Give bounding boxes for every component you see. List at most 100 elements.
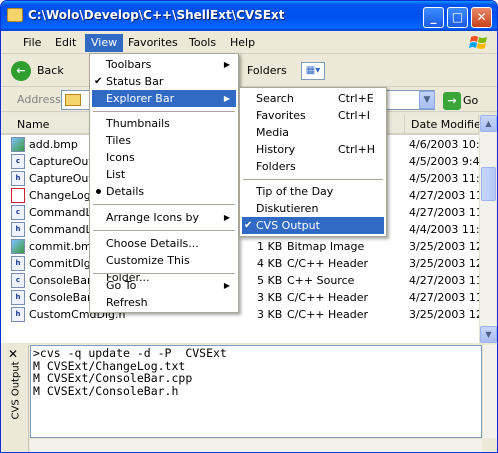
maximize-button[interactable]: □ <box>447 7 468 28</box>
menu-item-go-to[interactable]: Go To ▶ <box>92 277 236 294</box>
radio-bullet-icon <box>96 189 101 194</box>
menu-item-folders[interactable]: Folders <box>242 158 384 175</box>
menu-item-explorer-bar[interactable]: Explorer Bar ▶ <box>92 90 236 107</box>
menu-separator <box>243 179 383 180</box>
minimize-button[interactable]: _ <box>423 7 444 28</box>
menu-item-refresh[interactable]: Refresh <box>92 294 236 311</box>
scroll-thumb[interactable] <box>481 167 496 201</box>
chevron-down-icon: ▼ <box>423 95 431 105</box>
checkmark-icon: ✔ <box>244 220 253 231</box>
file-date: 4/27/2003 11 <box>409 291 479 304</box>
table-row[interactable]: h ConsoleBar 3 KB C/C++ Header 4/27/2003 11 <box>1 289 479 306</box>
menu-item-favorites[interactable]: Favorites Ctrl+I <box>242 107 384 124</box>
header-file-icon: h <box>11 290 25 305</box>
menu-help[interactable]: Help <box>224 34 261 52</box>
views-icon: ▦▾ <box>305 65 321 76</box>
menu-item-label: Search <box>256 92 294 105</box>
file-type: C/C++ Header <box>287 291 369 304</box>
menu-item-history[interactable]: History Ctrl+H <box>242 141 384 158</box>
menu-item-thumbnails[interactable]: Thumbnails <box>92 115 236 132</box>
console-horizontal-scrollbar[interactable] <box>30 438 482 452</box>
file-size: 1 KB <box>257 240 283 253</box>
menu-view[interactable]: View <box>85 34 124 52</box>
scroll-up-button[interactable]: ▲ <box>480 115 497 132</box>
menu-item-label: Favorites <box>256 109 306 122</box>
address-label: Address <box>17 93 61 106</box>
menu-edit[interactable]: Edit <box>49 34 82 52</box>
go-arrow-icon: → <box>443 92 461 110</box>
views-button[interactable]: ▦▾ <box>301 62 325 80</box>
header-file-icon: h <box>11 222 25 237</box>
menu-item-diskutieren[interactable]: Diskutieren <box>242 200 384 217</box>
file-date: 4/5/2003 11:0 <box>409 172 479 185</box>
file-name: add.bmp <box>29 138 78 151</box>
menu-item-shortcut: Ctrl+E <box>338 92 374 105</box>
menu-item-label: History <box>256 143 296 156</box>
table-row[interactable]: h CustomCmdDlg.h 3 KB C/C++ Header 3/25/2003… <box>1 306 479 323</box>
menu-file[interactable]: File <box>17 34 47 52</box>
menu-item-search[interactable]: Search Ctrl+E <box>242 90 384 107</box>
menu-item-media[interactable]: Media <box>242 124 384 141</box>
submenu-arrow-icon: ▶ <box>223 213 230 222</box>
menu-item-cvs-output[interactable]: ✔ CVS Output <box>242 217 384 234</box>
console-line: M CVSExt/ConsoleBar.cpp <box>33 371 193 385</box>
cpp-file-icon: c <box>11 205 25 220</box>
menu-item-tiles[interactable]: Tiles <box>92 132 236 149</box>
back-label: Back <box>37 64 64 77</box>
chevron-up-icon: ▲ <box>485 119 492 128</box>
menu-item-customize-folder[interactable]: Customize This Folder... <box>92 252 236 284</box>
file-list-scrollbar[interactable]: ▲ ▼ <box>479 115 497 343</box>
folder-icon <box>7 8 23 22</box>
folder-icon <box>65 94 81 106</box>
back-button[interactable]: ← Back <box>9 59 64 83</box>
address-dropdown-button[interactable]: ▼ <box>419 91 435 109</box>
close-pane-icon[interactable]: ✕ <box>8 347 18 361</box>
window-title: C:\Wolo\Develop\C++\ShellExt\CVSExt <box>28 8 285 22</box>
cpp-file-icon: c <box>11 154 25 169</box>
folders-button[interactable]: Folders <box>247 59 287 83</box>
file-date: 4/27/2003 11 <box>409 274 479 287</box>
checkmark-icon: ✔ <box>94 76 103 87</box>
menu-item-choose-details[interactable]: Choose Details... <box>92 235 236 252</box>
cvs-pane-title: CVS Output <box>10 361 22 420</box>
submenu-arrow-icon: ▶ <box>223 281 230 290</box>
menu-separator <box>93 204 235 205</box>
menu-item-label: Go To <box>106 279 137 292</box>
header-file-icon: h <box>11 307 25 322</box>
file-size: 4 KB <box>257 257 283 270</box>
bmp-file-icon <box>11 239 25 254</box>
menu-item-details[interactable]: Details <box>92 183 236 200</box>
menu-item-tip-of-the-day[interactable]: Tip of the Day <box>242 183 384 200</box>
table-row[interactable]: commit.bmp 1 KB Bitmap Image 3/25/2003 12 <box>1 238 479 255</box>
file-name: ChangeLog <box>29 189 91 202</box>
menu-item-arrange-icons-by[interactable]: Arrange Icons by ▶ <box>92 209 236 226</box>
menu-item-label: Status Bar <box>106 75 164 88</box>
file-name: ConsoleBar <box>29 291 92 304</box>
menu-item-shortcut: Ctrl+I <box>338 109 371 122</box>
view-menu: Toolbars ▶ ✔ Status Bar Explorer Bar ▶ Thum… <box>89 53 239 313</box>
file-size: 3 KB <box>257 308 283 321</box>
menu-item-list[interactable]: List <box>92 166 236 183</box>
file-name: CommandLi <box>29 223 95 236</box>
console-line: >cvs -q update -d -P CVSExt <box>33 346 227 360</box>
standard-toolbar: ← Back Folders ▦▾ <box>1 55 497 87</box>
menu-favorites[interactable]: Favorites <box>122 34 184 52</box>
cvs-output-console[interactable]: >cvs -q update -d -P CVSExt M CVSExt/Chan… <box>30 345 482 438</box>
menu-item-icons[interactable]: Icons <box>92 149 236 166</box>
go-button[interactable]: → Go <box>441 91 478 111</box>
file-type: C/C++ Header <box>287 257 369 270</box>
column-header-date[interactable]: Date Modified <box>405 115 479 135</box>
menu-item-shortcut: Ctrl+H <box>338 143 376 156</box>
menu-tools[interactable]: Tools <box>183 34 222 52</box>
table-row[interactable]: h CommitDlg. 4 KB C/C++ Header 3/25/2003 12 <box>1 255 479 272</box>
table-row[interactable]: c ConsoleBar 5 KB C++ Source 4/27/2003 11 <box>1 272 479 289</box>
close-button[interactable]: ✕ <box>471 7 492 28</box>
cvs-pane-header: ✕ CVS Output <box>1 345 29 452</box>
console-vertical-scrollbar[interactable] <box>482 345 497 438</box>
file-name: CaptureOut <box>29 155 93 168</box>
title-bar[interactable]: C:\Wolo\Develop\C++\ShellExt\CVSExt _ □ … <box>1 1 497 31</box>
menu-item-toolbars[interactable]: Toolbars ▶ <box>92 56 236 73</box>
menu-item-status-bar[interactable]: ✔ Status Bar <box>92 73 236 90</box>
scroll-down-button[interactable]: ▼ <box>480 326 497 343</box>
menu-item-label: Toolbars <box>106 58 152 71</box>
